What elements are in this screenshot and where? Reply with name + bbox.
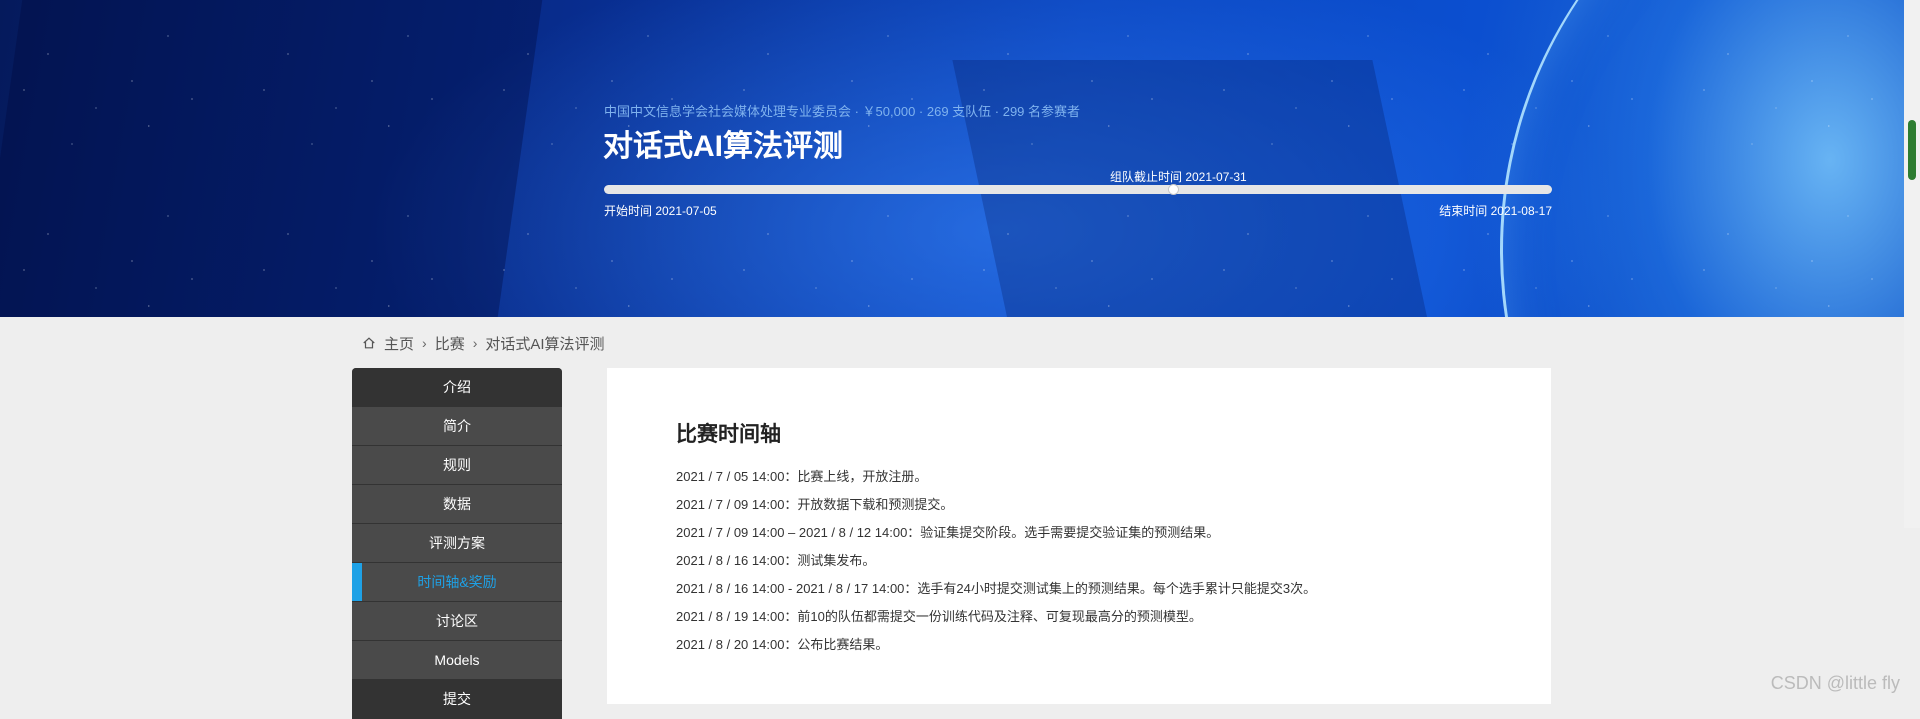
deadline-marker: [1167, 184, 1179, 195]
content-panel: 比赛时间轴 2021 / 7 / 05 14:00：比赛上线，开放注册。 2021…: [607, 368, 1551, 704]
timeline-list: 2021 / 7 / 05 14:00：比赛上线，开放注册。 2021 / 7 /…: [676, 467, 1316, 663]
timeline-item: 2021 / 7 / 09 14:00 – 2021 / 8 / 12 14:0…: [676, 525, 1220, 540]
timeline-item: 2021 / 8 / 16 14:00：测试集发布。: [676, 553, 876, 568]
breadcrumb-current: 对话式AI算法评测: [485, 335, 605, 353]
breadcrumb-competitions-link[interactable]: 比赛: [435, 333, 465, 354]
banner-subtitle: 中国中文信息学会社会媒体处理专业委员会 · ￥50,000 · 269 支队伍 …: [604, 104, 1081, 119]
end-date-label: 结束时间 2021-08-17: [1439, 204, 1552, 218]
chevron-right-icon: ›: [422, 335, 427, 351]
timeline-item: 2021 / 8 / 16 14:00 - 2021 / 8 / 17 14:0…: [676, 581, 1317, 596]
deadline-label: 组队截止时间 2021-07-31: [1110, 170, 1247, 184]
sidebar-item-5[interactable]: 时间轴&奖励: [352, 563, 562, 602]
home-icon: [363, 337, 375, 349]
sidebar-item-2[interactable]: 规则: [352, 446, 562, 485]
scrollbar-thumb[interactable]: [1908, 120, 1916, 180]
sidebar-item-7[interactable]: Models: [352, 641, 562, 680]
sidebar-item-4[interactable]: 评测方案: [352, 524, 562, 563]
watermark: CSDN @little fly: [1770, 673, 1900, 693]
start-date-label: 开始时间 2021-07-05: [604, 204, 717, 218]
sidebar-item-6[interactable]: 讨论区: [352, 602, 562, 641]
sidebar-item-3[interactable]: 数据: [352, 485, 562, 524]
competition-banner: 中国中文信息学会社会媒体处理专业委员会 · ￥50,000 · 269 支队伍 …: [0, 0, 1920, 317]
breadcrumb: 主页 › 比赛 › 对话式AI算法评测: [362, 333, 605, 353]
section-heading: 比赛时间轴: [676, 423, 781, 446]
sidebar-item-8[interactable]: 提交: [352, 680, 562, 719]
timeline-item: 2021 / 8 / 20 14:00：公布比赛结果。: [676, 637, 889, 652]
timeline-item: 2021 / 7 / 09 14:00：开放数据下载和预测提交。: [676, 497, 954, 512]
timeline-item: 2021 / 7 / 05 14:00：比赛上线，开放注册。: [676, 469, 928, 484]
sidebar-item-0[interactable]: 介绍: [352, 368, 562, 407]
competition-title: 对话式AI算法评测: [603, 130, 843, 163]
page-scrollbar[interactable]: [1904, 0, 1920, 528]
breadcrumb-home-link[interactable]: 主页: [384, 333, 414, 354]
chevron-right-icon: ›: [472, 335, 478, 351]
timeline-item: 2021 / 8 / 19 14:00：前10的队伍都需提交一份训练代码及注释、…: [676, 609, 1202, 624]
timeline-progress-bar: [604, 184, 1552, 195]
sidebar-item-1[interactable]: 简介: [352, 407, 562, 446]
sidebar-nav: 介绍 简介 规则 数据 评测方案 时间轴&奖励 讨论区 Models 提交: [352, 368, 562, 719]
planet-decoration: [1500, 0, 1920, 317]
